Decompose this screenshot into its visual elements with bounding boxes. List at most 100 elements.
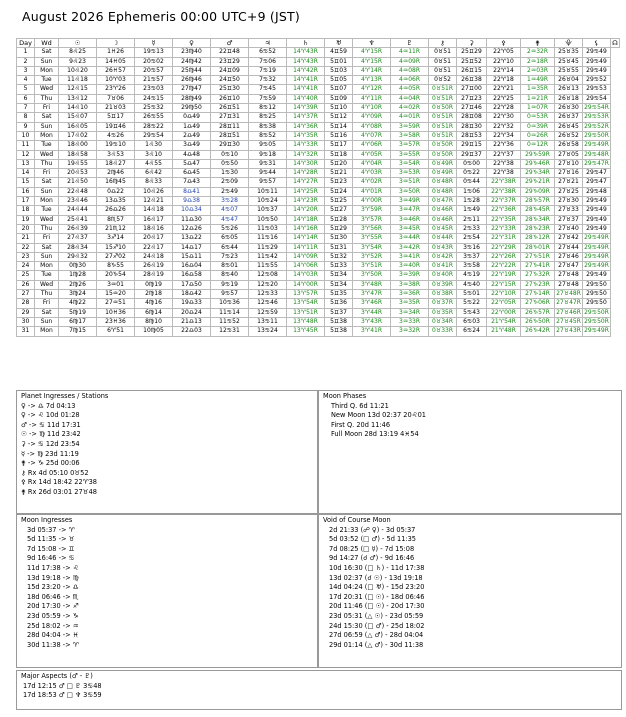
table-cell: 11♋55 xyxy=(248,261,287,272)
table-cell: 19♌55 xyxy=(58,158,97,170)
table-cell: 4♎48 xyxy=(172,149,211,160)
table-cell: 4♒05R xyxy=(390,84,429,95)
page-title: August 2026 Ephemeris 00:00 UTC+9 (JST) xyxy=(22,9,300,24)
table-cell: 3♒01 xyxy=(96,279,135,291)
table-cell: 4♒04R xyxy=(390,93,429,105)
table-cell: 29♋49 xyxy=(582,223,611,235)
table-cell: 30 xyxy=(16,316,35,328)
table-cell: 29♋49R xyxy=(582,233,611,244)
table-cell: 8♋38 xyxy=(248,121,287,132)
table-row: 13 Thu 19♌55 18♌27 4♌55 5♎47 0♋50 9♋31 14♈30R 5♊2… xyxy=(16,158,620,170)
table-cell: 12♋46 xyxy=(248,298,287,309)
table-cell: 7♍15 xyxy=(58,326,97,337)
table-row: 4 Tue 11♌18 10♈03 21♋57 26♍46 24♊50 7♋32 14♈41R 5… xyxy=(16,75,620,86)
table-cell: 7♋19 xyxy=(248,65,287,77)
table-cell: 3♒58R xyxy=(390,130,429,142)
table-cell: 3♋16 xyxy=(456,242,487,253)
table-cell: 9♋19 xyxy=(210,279,249,291)
list-item: 7d 15:08 -> ♊ xyxy=(27,544,75,553)
column-header: ⚳ xyxy=(456,37,487,49)
table-cell: 8♌33 xyxy=(134,177,173,188)
table-cell: 11 xyxy=(16,140,35,151)
table-cell: 0♉33R xyxy=(428,326,457,337)
table-cell: 10♌20 xyxy=(58,65,97,77)
table-cell: 3♒47R xyxy=(390,205,429,216)
table-cell: 27♉47R xyxy=(554,298,583,309)
table-cell: 3♒59R xyxy=(390,121,429,132)
table-cell: 5♊33 xyxy=(324,261,353,272)
table-cell: 7♋32 xyxy=(248,75,287,86)
table-cell: 24♊50 xyxy=(210,75,249,86)
table-cell: 27♉48 xyxy=(554,270,583,281)
table-cell: 5♊03 xyxy=(324,65,353,77)
table-row: 14 Fri 20♌53 2♍46 6♌42 6♎45 1♋30 9♋44 14♈28R 5♊21… xyxy=(16,168,620,179)
table-cell: 28♊53 xyxy=(456,130,487,142)
table-cell: 23♋03 xyxy=(134,84,173,95)
table-cell: 29♋49R xyxy=(582,251,611,263)
table-cell: 2♒32R xyxy=(520,47,555,58)
table-cell: Wed xyxy=(34,279,59,291)
table-cell: 6♌42 xyxy=(134,168,173,179)
table-cell: 27♉37 xyxy=(554,214,583,225)
table-cell: 0♉51R xyxy=(428,112,457,123)
table-cell: 22♈38R xyxy=(486,177,521,188)
table-cell: 27♌37 xyxy=(58,233,97,244)
table-cell: 3♈56R xyxy=(352,223,391,235)
column-header: ♅ xyxy=(324,37,353,49)
table-cell: 3♌53 xyxy=(96,149,135,160)
table-cell: 11♋16 xyxy=(248,233,287,244)
table-cell: 0♉51R xyxy=(428,130,457,142)
list-item: First Q. 20d 11:46 xyxy=(331,420,391,429)
table-cell: 0♉46R xyxy=(428,214,457,225)
table-cell: 21♈54R xyxy=(486,316,521,328)
table-cell: 20♎24 xyxy=(172,307,211,318)
table-cell: 27♉45R xyxy=(554,316,583,328)
table-cell: 6♍17 xyxy=(58,316,97,328)
list-item: ♀ -> ♌ 10d 01:28 xyxy=(21,411,80,420)
column-header: ♂ xyxy=(210,37,249,49)
list-item: 28d 04:04 -> ♓ xyxy=(27,631,79,640)
table-cell: 4♈11R xyxy=(352,93,391,105)
table-cell: 5♊30 xyxy=(324,233,353,244)
table-cell: 14♈00R xyxy=(286,279,325,291)
table-cell: 4♈14R xyxy=(352,65,391,77)
table-cell: 24♋15 xyxy=(134,93,173,105)
table-cell: 25♊29 xyxy=(456,47,487,58)
column-header: ♄ xyxy=(286,37,325,49)
table-cell: 12♋33 xyxy=(248,288,287,300)
table-cell: 5♊37 xyxy=(324,307,353,318)
table-cell: 27♐02 xyxy=(96,251,135,263)
table-cell: 22♈21 xyxy=(486,84,521,95)
table-cell: 5♊28 xyxy=(324,214,353,225)
table-cell: 0♉50R xyxy=(428,149,457,160)
table-cell: 5♊20 xyxy=(324,158,353,170)
table-cell: 17♎50 xyxy=(172,279,211,291)
table-cell: Sun xyxy=(34,251,59,263)
table-cell: 23♈26 xyxy=(96,84,135,95)
table-cell: 5♊05 xyxy=(324,75,353,86)
table-cell: 28♊08 xyxy=(456,112,487,123)
table-cell: 29♋50R xyxy=(582,316,611,328)
table-cell: 5♊35 xyxy=(324,288,353,300)
table-cell: 4♈12R xyxy=(352,84,391,95)
table-row: 10 Mon 17♌02 4♋26 29♋54 2♎49 28♊51 8♋52 14♈35R 5♊… xyxy=(16,130,620,142)
table-cell: 27♑23R xyxy=(520,279,555,291)
table-cell: 29♋54R xyxy=(582,103,611,114)
table-cell: 5♊17 xyxy=(324,140,353,151)
list-item: 3d 05:37 -> ♈ xyxy=(27,525,75,534)
table-cell: 22 xyxy=(16,242,35,253)
table-cell: 23♌46 xyxy=(58,196,97,207)
table-row: 21 Fri 27♌37 3♐14 20♌17 13♎22 6♋05 11♋16 14♈14R 5… xyxy=(16,233,620,244)
table-cell: 5♍19 xyxy=(58,307,97,318)
table-cell: 0♉47R xyxy=(428,196,457,207)
table-cell: 0♉46R xyxy=(428,205,457,216)
table-cell: 5 xyxy=(16,84,35,95)
list-item: ⚵ Rx 26d 03:01 27♉48 xyxy=(21,487,97,496)
table-row: 3 Mon 10♌20 26♓57 20♋57 25♍44 24♊09 7♋19 14♈42R 5… xyxy=(16,65,620,77)
table-cell: 29♋47 xyxy=(582,177,611,188)
table-cell: 26♉52 xyxy=(554,130,583,142)
table-cell: 27♍47 xyxy=(172,84,211,95)
table-cell: 5♊27 xyxy=(324,205,353,216)
table-cell: 29♊15 xyxy=(456,140,487,151)
table-cell: 4♊59 xyxy=(324,47,353,58)
